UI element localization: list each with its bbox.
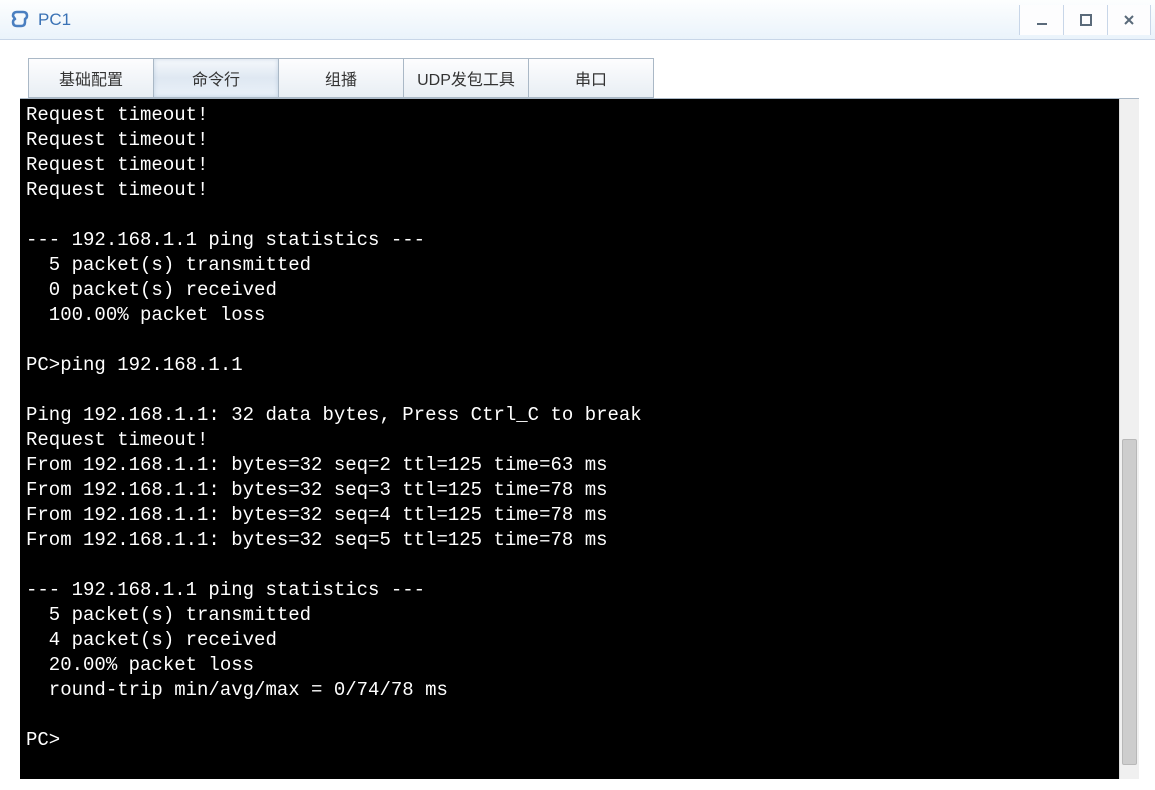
terminal-scrollbar[interactable]: [1119, 99, 1139, 779]
tab-bar: 基础配置 命令行 组播 UDP发包工具 串口: [0, 40, 1155, 98]
minimize-button[interactable]: [1019, 5, 1063, 35]
window-controls: [1019, 5, 1151, 35]
app-icon: [8, 8, 32, 32]
close-button[interactable]: [1107, 5, 1151, 35]
terminal-container: Request timeout! Request timeout! Reques…: [20, 98, 1139, 779]
tab-command-line[interactable]: 命令行: [153, 58, 279, 98]
maximize-button[interactable]: [1063, 5, 1107, 35]
scrollbar-thumb[interactable]: [1122, 439, 1137, 765]
tab-basic-config[interactable]: 基础配置: [28, 58, 154, 98]
tab-udp-tool[interactable]: UDP发包工具: [403, 58, 529, 98]
window-titlebar: PC1: [0, 0, 1155, 40]
window-title: PC1: [38, 10, 1019, 30]
tab-serial[interactable]: 串口: [528, 58, 654, 98]
terminal-output[interactable]: Request timeout! Request timeout! Reques…: [20, 99, 1119, 779]
tab-multicast[interactable]: 组播: [278, 58, 404, 98]
